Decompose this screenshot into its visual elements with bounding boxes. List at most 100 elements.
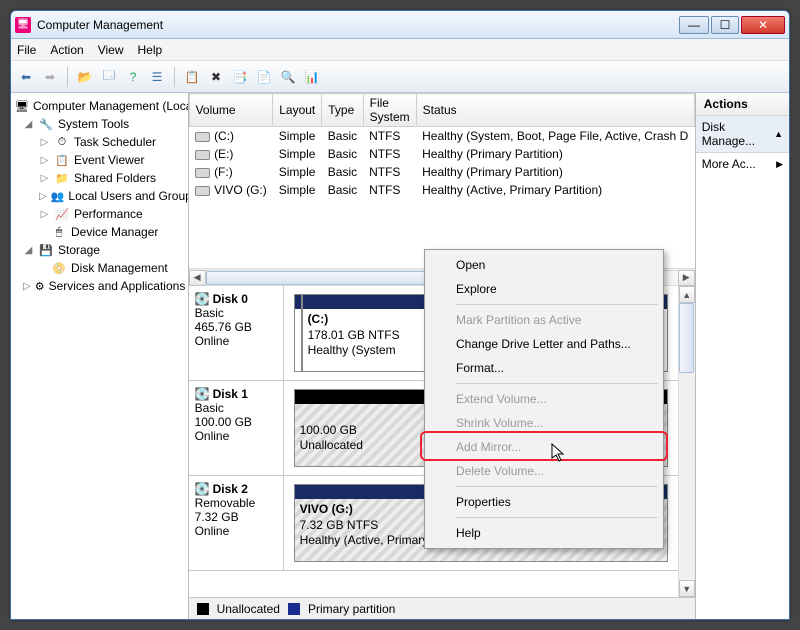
- drive-icon: [195, 186, 210, 196]
- legend: Unallocated Primary partition: [189, 597, 695, 619]
- col-volume[interactable]: Volume: [189, 94, 273, 127]
- volume-row[interactable]: (E:)SimpleBasicNTFSHealthy (Primary Part…: [189, 145, 694, 163]
- tree-device-manager[interactable]: Device Manager: [71, 225, 158, 239]
- tree-disk-management[interactable]: Disk Management: [71, 261, 168, 275]
- services-icon: ⚙: [35, 278, 45, 294]
- collapse-icon[interactable]: ◢: [23, 119, 34, 130]
- drive-icon: [195, 150, 210, 160]
- app-icon: 🖥: [15, 17, 31, 33]
- disk-info: 💽 Disk 1 Basic 100.00 GB Online: [189, 381, 284, 475]
- disk-scrollbar[interactable]: ▲ ▼: [678, 286, 695, 597]
- find-icon[interactable]: 🔍: [279, 68, 297, 86]
- properties-toolbar-icon[interactable]: ☰: [148, 68, 166, 86]
- ctx-help[interactable]: Help: [428, 521, 660, 545]
- volume-row[interactable]: (F:)SimpleBasicNTFSHealthy (Primary Part…: [189, 163, 694, 181]
- refresh-icon[interactable]: 📋: [183, 68, 201, 86]
- help-icon[interactable]: ?: [124, 68, 142, 86]
- tree-event-viewer[interactable]: Event Viewer: [74, 153, 144, 167]
- computer-icon: 🖥: [15, 98, 29, 114]
- event-icon: 📋: [54, 152, 70, 168]
- scroll-thumb[interactable]: [679, 303, 694, 373]
- ctx-mark-active: Mark Partition as Active: [428, 308, 660, 332]
- menubar: File Action View Help: [11, 39, 789, 61]
- settings-icon[interactable]: 📑: [231, 68, 249, 86]
- expand-icon[interactable]: ▷: [39, 155, 50, 166]
- tree-performance[interactable]: Performance: [74, 207, 143, 221]
- storage-icon: 💾: [38, 242, 54, 258]
- col-filesystem[interactable]: File System: [363, 94, 416, 127]
- tree-system-tools[interactable]: System Tools: [58, 117, 129, 131]
- show-hide-icon[interactable]: 🗔: [100, 68, 118, 86]
- actions-pane: Actions Disk Manage... ▲ More Ac... ▶: [696, 93, 789, 619]
- ctx-format[interactable]: Format...: [428, 356, 660, 380]
- tree-shared-folders[interactable]: Shared Folders: [74, 171, 156, 185]
- close-button[interactable]: ✕: [741, 16, 785, 34]
- toolbar: ⬅ ➡ 📂 🗔 ? ☰ 📋 ✖ 📑 📄 🔍 📊: [11, 61, 789, 93]
- volume-row[interactable]: (C:)SimpleBasicNTFSHealthy (System, Boot…: [189, 127, 694, 146]
- collapse-icon[interactable]: ◢: [23, 245, 34, 256]
- device-icon: 🖱: [51, 224, 67, 240]
- scroll-thumb[interactable]: [206, 271, 446, 285]
- ctx-mirror: Add Mirror...: [428, 435, 660, 459]
- actions-group[interactable]: Disk Manage... ▲: [696, 116, 789, 153]
- expand-icon[interactable]: ▷: [39, 137, 50, 148]
- actions-more[interactable]: More Ac... ▶: [696, 153, 789, 175]
- drive-icon: [195, 168, 210, 178]
- list-icon[interactable]: 📊: [303, 68, 321, 86]
- col-type[interactable]: Type: [322, 94, 363, 127]
- legend-swatch-primary: [288, 603, 300, 615]
- disk-icon: 💽: [195, 387, 210, 401]
- tree-task-scheduler[interactable]: Task Scheduler: [74, 135, 156, 149]
- menu-file[interactable]: File: [17, 43, 36, 57]
- perf-icon: 📈: [54, 206, 70, 222]
- ctx-change-letter[interactable]: Change Drive Letter and Paths...: [428, 332, 660, 356]
- chevron-right-icon: ▶: [776, 159, 783, 170]
- ctx-properties[interactable]: Properties: [428, 490, 660, 514]
- volume-row[interactable]: VIVO (G:)SimpleBasicNTFSHealthy (Active,…: [189, 181, 694, 199]
- legend-primary: Primary partition: [308, 602, 395, 616]
- expand-icon[interactable]: ▷: [39, 173, 50, 184]
- context-menu: Open Explore Mark Partition as Active Ch…: [424, 249, 664, 549]
- nav-tree[interactable]: 🖥 Computer Management (Local ◢ 🔧 System Too…: [11, 93, 189, 619]
- diskmgmt-icon: 📀: [51, 260, 67, 276]
- volume-list[interactable]: Volume Layout Type File System Status (C…: [189, 93, 695, 268]
- action-icon[interactable]: 📄: [255, 68, 273, 86]
- scroll-down-icon[interactable]: ▼: [679, 580, 695, 597]
- expand-icon[interactable]: ▷: [23, 281, 31, 292]
- computer-management-window: 🖥 Computer Management — ☐ ✕ File Action …: [10, 10, 790, 620]
- tools-icon: 🔧: [38, 116, 54, 132]
- actions-header: Actions: [696, 93, 789, 116]
- legend-swatch-unallocated: [197, 603, 209, 615]
- ctx-shrink: Shrink Volume...: [428, 411, 660, 435]
- col-status[interactable]: Status: [416, 94, 694, 127]
- minimize-button[interactable]: —: [679, 16, 709, 34]
- tree-local-users[interactable]: Local Users and Groups: [68, 189, 188, 203]
- titlebar[interactable]: 🖥 Computer Management — ☐ ✕: [11, 11, 789, 39]
- scroll-up-icon[interactable]: ▲: [679, 286, 695, 303]
- clock-icon: ⏱: [54, 134, 70, 150]
- menu-view[interactable]: View: [98, 43, 124, 57]
- legend-unallocated: Unallocated: [217, 602, 280, 616]
- disk-icon: 💽: [195, 292, 210, 306]
- maximize-button[interactable]: ☐: [711, 16, 739, 34]
- expand-icon[interactable]: ▷: [39, 191, 47, 202]
- menu-help[interactable]: Help: [138, 43, 163, 57]
- tree-services[interactable]: Services and Applications: [49, 279, 186, 293]
- back-icon[interactable]: ⬅: [17, 68, 35, 86]
- delete-icon[interactable]: ✖: [207, 68, 225, 86]
- tree-root[interactable]: Computer Management (Local: [33, 99, 189, 113]
- scroll-right-icon[interactable]: ▶: [678, 270, 695, 286]
- ctx-open[interactable]: Open: [428, 253, 660, 277]
- disk-info: 💽 Disk 0 Basic 465.76 GB Online: [189, 286, 284, 380]
- ctx-delete-volume: Delete Volume...: [428, 459, 660, 483]
- chevron-up-icon: ▲: [774, 129, 783, 139]
- menu-action[interactable]: Action: [50, 43, 83, 57]
- drive-icon: [195, 132, 210, 142]
- scroll-left-icon[interactable]: ◀: [189, 270, 206, 286]
- expand-icon[interactable]: ▷: [39, 209, 50, 220]
- forward-icon[interactable]: ➡: [41, 68, 59, 86]
- up-icon[interactable]: 📂: [76, 68, 94, 86]
- ctx-explore[interactable]: Explore: [428, 277, 660, 301]
- tree-storage[interactable]: Storage: [58, 243, 100, 257]
- col-layout[interactable]: Layout: [273, 94, 322, 127]
